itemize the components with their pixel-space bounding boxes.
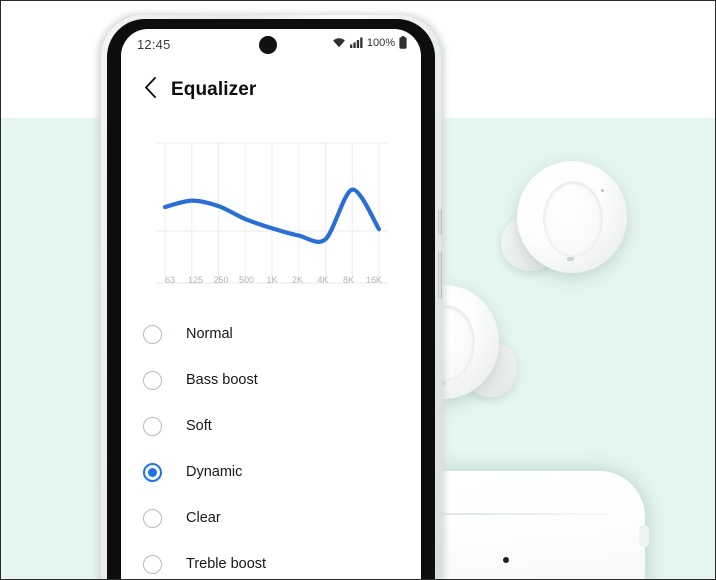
radio-button-normal[interactable] xyxy=(143,325,162,344)
freq-label-5: 2K xyxy=(287,275,309,291)
freq-label-1: 125 xyxy=(185,275,207,291)
freq-label-4: 1K xyxy=(261,275,283,291)
page-title: Equalizer xyxy=(171,79,256,101)
equalizer-chart[interactable] xyxy=(157,125,387,300)
phone-screen: 12:45 100% xyxy=(121,29,421,580)
battery-percentage-label: 100% xyxy=(367,37,395,49)
phone-power-button[interactable] xyxy=(438,251,442,299)
phone-volume-button[interactable] xyxy=(438,209,442,235)
preset-label: Dynamic xyxy=(186,464,242,480)
equalizer-frequency-axis: 631252505001K2K4K8K16K xyxy=(157,275,387,291)
preset-label: Normal xyxy=(186,326,233,342)
preset-row-treble-boost[interactable]: Treble boost xyxy=(121,541,421,580)
freq-label-6: 4K xyxy=(312,275,334,291)
screenshot-root: 12:45 100% xyxy=(0,0,716,580)
front-camera-punch-hole-icon xyxy=(259,36,277,54)
equalizer-curve-svg xyxy=(157,125,387,300)
back-button[interactable] xyxy=(133,73,167,107)
freq-label-2: 250 xyxy=(210,275,232,291)
freq-label-0: 63 xyxy=(159,275,181,291)
radio-button-treble-boost[interactable] xyxy=(143,555,162,574)
app-header: Equalizer xyxy=(121,69,421,111)
cellular-signal-icon xyxy=(350,37,363,48)
charging-case-led-indicator xyxy=(503,557,509,563)
earbud-sensor-dot xyxy=(601,189,604,192)
status-bar: 12:45 100% xyxy=(121,29,421,63)
preset-label: Treble boost xyxy=(186,556,266,572)
preset-row-normal[interactable]: Normal xyxy=(121,311,421,357)
earbud-upper-right xyxy=(499,159,631,289)
earbud-microphone xyxy=(567,257,574,261)
radio-button-soft[interactable] xyxy=(143,417,162,436)
status-bar-indicators: 100% xyxy=(332,36,407,49)
preset-label: Soft xyxy=(186,418,212,434)
preset-label: Bass boost xyxy=(186,372,258,388)
preset-row-dynamic[interactable]: Dynamic xyxy=(121,449,421,495)
battery-icon xyxy=(399,36,407,49)
status-bar-clock: 12:45 xyxy=(137,37,171,52)
freq-label-7: 8K xyxy=(338,275,360,291)
preset-label: Clear xyxy=(186,510,221,526)
chevron-left-icon xyxy=(144,77,157,103)
radio-button-clear[interactable] xyxy=(143,509,162,528)
preset-row-bass-boost[interactable]: Bass boost xyxy=(121,357,421,403)
earbud-touch-plate xyxy=(543,181,603,257)
charging-case-hinge-right xyxy=(639,525,649,547)
equalizer-gridlines xyxy=(157,143,387,283)
preset-row-clear[interactable]: Clear xyxy=(121,495,421,541)
radio-button-bass-boost[interactable] xyxy=(143,371,162,390)
wifi-icon xyxy=(332,37,346,48)
radio-button-dynamic[interactable] xyxy=(143,463,162,482)
equalizer-preset-list: Normal Bass boost Soft Dynamic Clear Tre… xyxy=(121,311,421,580)
preset-row-soft[interactable]: Soft xyxy=(121,403,421,449)
freq-label-3: 500 xyxy=(236,275,258,291)
freq-label-8: 16K xyxy=(363,275,385,291)
